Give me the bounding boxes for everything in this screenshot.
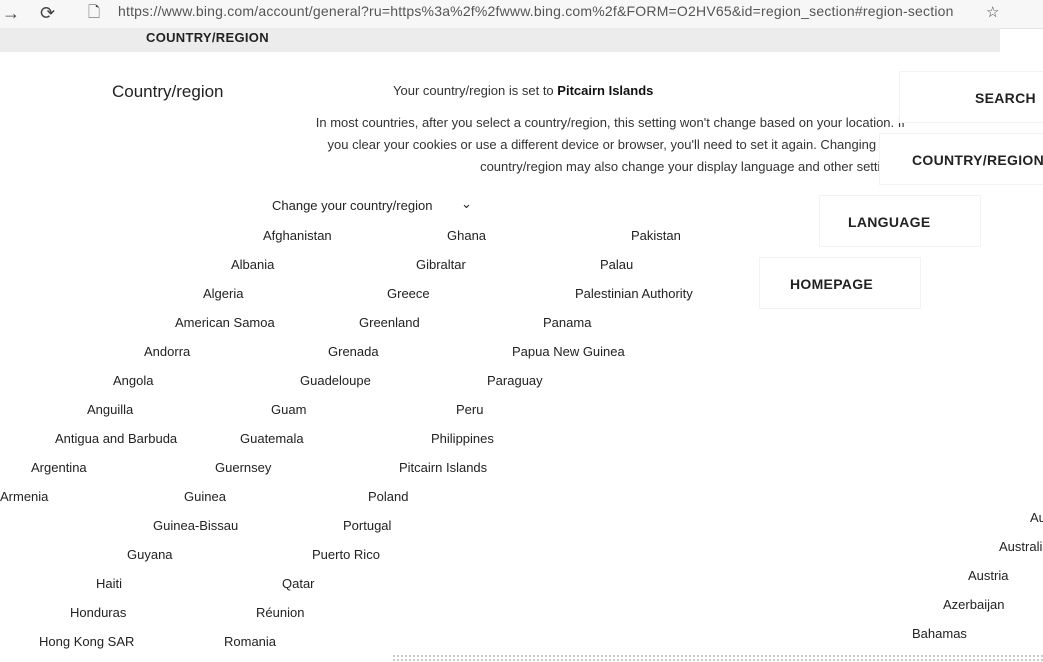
country-option[interactable]: Antigua and Barbuda xyxy=(55,431,177,446)
back-icon[interactable]: → xyxy=(2,2,20,24)
country-option[interactable]: Australia xyxy=(1030,510,1043,525)
refresh-icon[interactable]: ⟳ xyxy=(40,2,55,24)
bottom-divider xyxy=(392,654,1043,662)
country-option[interactable]: Réunion xyxy=(256,605,304,620)
country-option[interactable]: Haiti xyxy=(96,576,122,591)
country-option[interactable]: Greenland xyxy=(359,315,420,330)
country-option[interactable]: Guinea xyxy=(184,489,226,504)
nav-language-link[interactable]: LANGUAGE xyxy=(848,214,931,230)
country-option[interactable]: Argentina xyxy=(31,460,87,475)
country-option[interactable]: Hong Kong SAR xyxy=(39,634,134,649)
favorite-star-icon[interactable]: ☆ xyxy=(986,2,999,24)
country-option[interactable]: Romania xyxy=(224,634,276,649)
region-description: In most countries, after you select a co… xyxy=(315,115,905,174)
settings-title-panel xyxy=(0,52,300,182)
country-option[interactable]: Portugal xyxy=(343,518,391,533)
country-option[interactable]: Angola xyxy=(113,373,153,388)
country-option[interactable]: Albania xyxy=(231,257,274,272)
change-region-label: Change your country/region xyxy=(272,198,433,213)
country-option[interactable]: Algeria xyxy=(203,286,243,301)
country-option[interactable]: Palau xyxy=(600,257,633,272)
country-option[interactable]: Guadeloupe xyxy=(300,373,371,388)
country-option[interactable]: Austria xyxy=(968,568,1008,583)
country-option[interactable]: Gibraltar xyxy=(416,257,466,272)
nav-homepage-link[interactable]: HOMEPAGE xyxy=(790,276,873,292)
page-info-icon[interactable]: 🗋 xyxy=(88,2,100,24)
country-option[interactable]: Guatemala xyxy=(240,431,304,446)
country-option[interactable]: Guernsey xyxy=(215,460,271,475)
settings-title: Country/region xyxy=(112,82,224,101)
nav-search-link[interactable]: SEARCH xyxy=(975,90,1036,106)
country-option[interactable]: American Samoa xyxy=(175,315,275,330)
country-option[interactable]: Peru xyxy=(456,402,483,417)
country-option[interactable]: Pitcairn Islands xyxy=(399,460,487,475)
country-option[interactable]: Afghanistan xyxy=(263,228,332,243)
country-option[interactable]: Panama xyxy=(543,315,591,330)
country-option[interactable]: Australia xyxy=(999,539,1043,554)
nav-country-region-link[interactable]: COUNTRY/REGION xyxy=(912,152,1043,168)
country-option[interactable]: Papua New Guinea xyxy=(512,344,625,359)
section-heading: COUNTRY/REGION xyxy=(146,30,269,45)
country-option[interactable]: Qatar xyxy=(282,576,315,591)
country-option[interactable]: Poland xyxy=(368,489,408,504)
country-option[interactable]: Paraguay xyxy=(487,373,543,388)
country-option[interactable]: Philippines xyxy=(431,431,494,446)
country-option[interactable]: Anguilla xyxy=(87,402,133,417)
country-option[interactable]: Bahamas xyxy=(912,626,967,641)
country-option[interactable]: Guam xyxy=(271,402,306,417)
country-option[interactable]: Palestinian Authority xyxy=(575,286,693,301)
country-option[interactable]: Andorra xyxy=(144,344,190,359)
country-option[interactable]: Pakistan xyxy=(631,228,681,243)
chevron-down-icon[interactable]: ⌄ xyxy=(461,196,472,212)
country-option[interactable]: Ghana xyxy=(447,228,486,243)
current-region-status: Your country/region is set to Pitcairn I… xyxy=(393,83,653,98)
status-prefix: Your country/region is set to xyxy=(393,83,554,98)
country-option[interactable]: Azerbaijan xyxy=(943,597,1004,612)
country-option[interactable]: Honduras xyxy=(70,605,126,620)
country-option[interactable]: Armenia xyxy=(0,489,48,504)
country-option[interactable]: Guyana xyxy=(127,547,173,562)
country-option[interactable]: Greece xyxy=(387,286,430,301)
country-option[interactable]: Grenada xyxy=(328,344,379,359)
status-value: Pitcairn Islands xyxy=(557,83,654,98)
address-bar[interactable]: https://www.bing.com/account/general?ru=… xyxy=(118,3,954,23)
country-option[interactable]: Puerto Rico xyxy=(312,547,380,562)
country-option[interactable]: Guinea-Bissau xyxy=(153,518,238,533)
